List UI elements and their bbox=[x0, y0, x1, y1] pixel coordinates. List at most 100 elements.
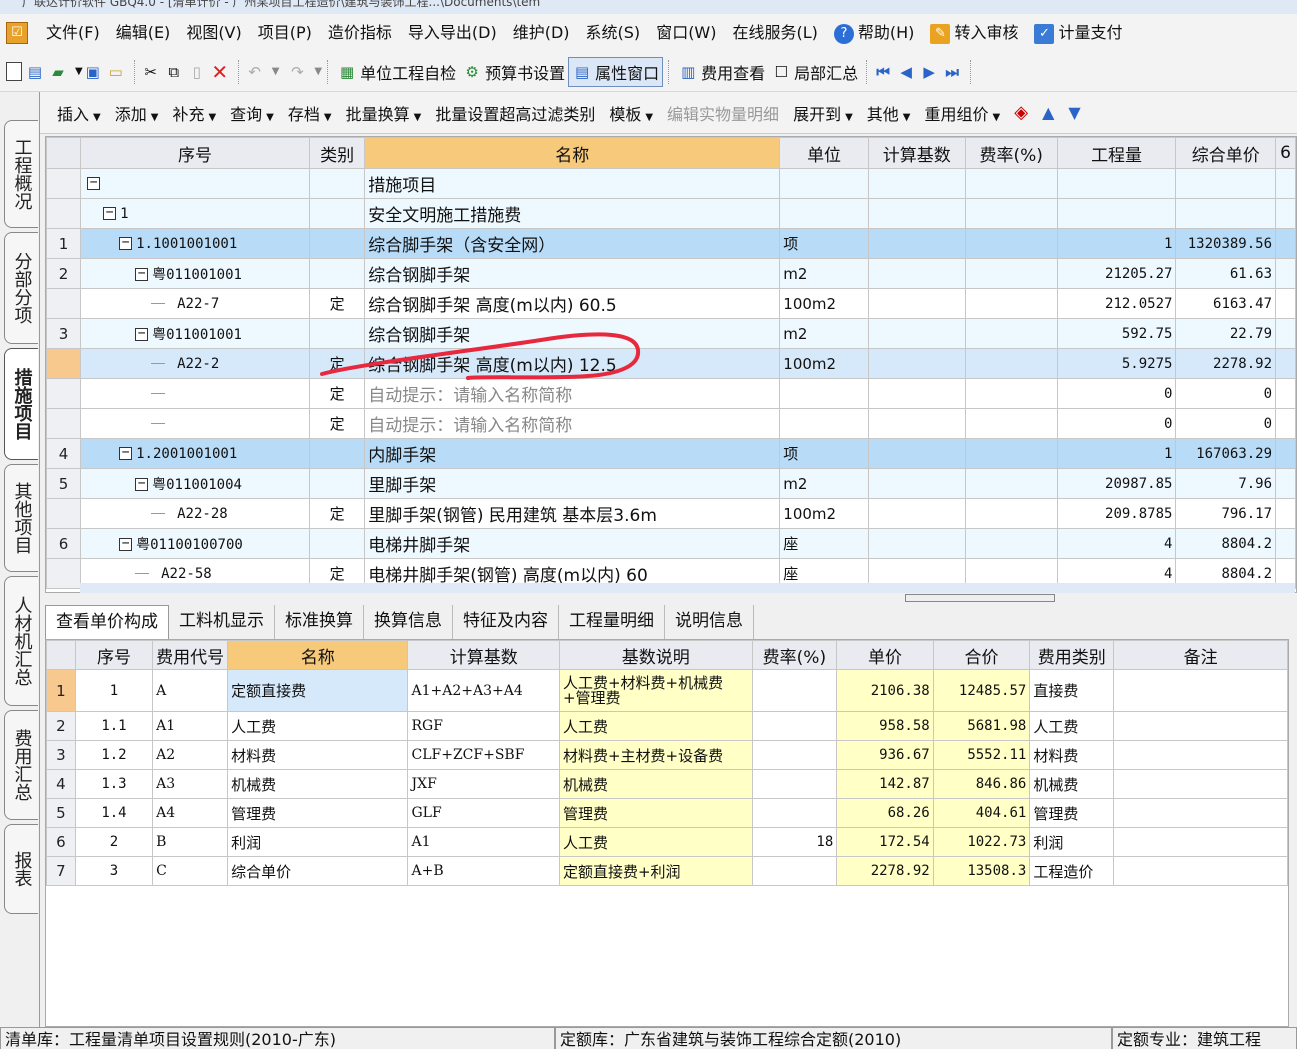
menu-item-12[interactable]: ✓ 计量支付 bbox=[1026, 18, 1130, 48]
table-row[interactable]: 1−1.1001001001 综合脚手架（含安全网）项 1 1320389.56 bbox=[46, 228, 1296, 259]
code-cell[interactable]: − 粤011001001 bbox=[80, 258, 310, 289]
menu-item-4[interactable]: 造价指标 bbox=[320, 18, 400, 48]
tab-sub-items[interactable]: 分部分项 bbox=[4, 232, 38, 344]
menu-item-0[interactable]: 文件(F) bbox=[38, 18, 108, 48]
table-row[interactable]: 2 1.1 A1 人工费 RGF 人工费 958.58 5681.98 人工费 bbox=[46, 711, 1288, 741]
menu-item-10[interactable]: ? 帮助(H) bbox=[826, 18, 923, 48]
cell-计算基数[interactable]: CLF+ZCF+SBF bbox=[407, 740, 560, 770]
name-cell[interactable]: 安全文明施工措施费 bbox=[364, 198, 781, 229]
base-cell[interactable] bbox=[867, 438, 966, 469]
undo-icon[interactable]: ↶ bbox=[245, 62, 265, 82]
code-cell[interactable]: − 粤01100100700 bbox=[80, 528, 310, 559]
rate-cell[interactable] bbox=[964, 288, 1058, 319]
unit-price-cell[interactable]: 6163.47 bbox=[1175, 288, 1277, 319]
cell-基数说明[interactable]: 管理费 bbox=[558, 798, 753, 828]
tab-reports[interactable]: 报表 bbox=[4, 824, 38, 914]
horizontal-scrollbar[interactable] bbox=[80, 583, 1295, 593]
type-cell[interactable] bbox=[308, 468, 366, 499]
cell-费用类别[interactable]: 人工费 bbox=[1029, 711, 1115, 741]
unit-cell[interactable] bbox=[779, 168, 869, 199]
collapse-toggle-icon[interactable]: − bbox=[103, 206, 117, 220]
collapse-toggle-icon[interactable]: − bbox=[119, 537, 133, 551]
type-cell[interactable] bbox=[308, 198, 366, 229]
table-row[interactable]: 7 3 C 综合单价 A+B 定额直接费+利润 2278.92 13508.3 工程造价 bbox=[46, 856, 1288, 886]
base-cell[interactable] bbox=[867, 318, 966, 349]
cell-备注[interactable] bbox=[1113, 669, 1288, 712]
table-row[interactable]: 4 1.3 A3 机械费 JXF 机械费 142.87 846.86 机械费 bbox=[46, 769, 1288, 799]
cell-单价[interactable]: 2278.92 bbox=[836, 856, 934, 886]
budget-setting-button[interactable]: ⚙ 预算书设置 bbox=[459, 57, 568, 87]
cell-序号[interactable]: 1.4 bbox=[74, 798, 154, 828]
paint-bucket-icon[interactable]: ◈ bbox=[1007, 102, 1035, 123]
code-cell[interactable]: A22-7 bbox=[80, 288, 310, 319]
unit-price-cell[interactable]: 796.17 bbox=[1175, 498, 1277, 529]
cell-合价[interactable]: 404.61 bbox=[932, 798, 1031, 828]
cell-计算基数[interactable]: A1+A2+A3+A4 bbox=[407, 669, 560, 712]
undo-dropdown-icon[interactable]: ▼ bbox=[272, 66, 280, 77]
type-cell[interactable]: 定 bbox=[308, 288, 366, 319]
unit-cell[interactable]: 项 bbox=[779, 438, 869, 469]
panel-splitter-handle[interactable] bbox=[905, 594, 1055, 602]
cell-费用代号[interactable]: C bbox=[152, 856, 229, 886]
rate-cell[interactable] bbox=[964, 348, 1058, 379]
cell-费用类别[interactable]: 工程造价 bbox=[1029, 856, 1115, 886]
name-cell[interactable]: 措施项目 bbox=[364, 168, 781, 199]
rate-cell[interactable] bbox=[964, 528, 1058, 559]
unit-price-cell[interactable] bbox=[1175, 168, 1277, 199]
column-header[interactable]: 类别 bbox=[308, 137, 366, 169]
cell-名称[interactable]: 管理费 bbox=[227, 798, 409, 828]
property-window-button[interactable]: ▤ 属性窗口 bbox=[568, 56, 664, 87]
unit-cell[interactable]: 项 bbox=[779, 228, 869, 259]
unit-cell[interactable]: 座 bbox=[779, 528, 869, 559]
collapse-toggle-icon[interactable]: − bbox=[119, 236, 133, 250]
unit-price-cell[interactable]: 22.79 bbox=[1175, 318, 1277, 349]
unit-cell[interactable]: m2 bbox=[779, 468, 869, 499]
quantity-cell[interactable]: 0 bbox=[1056, 378, 1177, 409]
menu-item-9[interactable]: 在线服务(L) bbox=[725, 18, 826, 48]
type-cell[interactable] bbox=[308, 318, 366, 349]
column-header[interactable]: 费用代号 bbox=[152, 640, 229, 670]
base-cell[interactable] bbox=[867, 528, 966, 559]
unit-price-cell[interactable] bbox=[1175, 198, 1277, 229]
detail-tab-6[interactable]: 说明信息 bbox=[665, 605, 754, 639]
column-header[interactable]: 序号 bbox=[74, 640, 154, 670]
rate-cell[interactable] bbox=[964, 168, 1058, 199]
tab-measures[interactable]: 措施项目 bbox=[4, 348, 38, 460]
cell-名称[interactable]: 机械费 bbox=[227, 769, 409, 799]
column-header[interactable]: 计算基数 bbox=[867, 137, 966, 169]
cell-单价[interactable]: 2106.38 bbox=[836, 669, 934, 712]
code-cell[interactable]: A22-28 bbox=[80, 498, 310, 529]
cell-序号[interactable]: 1.3 bbox=[74, 769, 154, 799]
menu-item-11[interactable]: ✎ 转入审核 bbox=[922, 18, 1026, 48]
cell-基数说明[interactable]: 定额直接费+利润 bbox=[558, 856, 753, 886]
code-cell[interactable]: −1.1001001001 bbox=[80, 228, 310, 259]
name-cell[interactable]: 综合钢脚手架 高度(m以内) 60.5 bbox=[364, 288, 781, 319]
tab-other-items[interactable]: 其他项目 bbox=[4, 464, 38, 572]
cell-名称[interactable]: 材料费 bbox=[227, 740, 409, 770]
name-cell[interactable]: 里脚手架(钢管) 民用建筑 基本层3.6m bbox=[364, 498, 781, 529]
base-cell[interactable] bbox=[867, 228, 966, 259]
menu-item-5[interactable]: 导入导出(D) bbox=[400, 18, 505, 48]
table-row[interactable]: 3 1.2 A2 材料费 CLF+ZCF+SBF 材料费+主材费+设备费 936.67 555… bbox=[46, 740, 1288, 770]
unit-price-cell[interactable]: 7.96 bbox=[1175, 468, 1277, 499]
base-cell[interactable] bbox=[867, 348, 966, 379]
toolbar2-item-2[interactable]: 补充 ▼ bbox=[165, 101, 223, 125]
type-cell[interactable]: 定 bbox=[308, 378, 366, 409]
quantity-cell[interactable] bbox=[1056, 168, 1177, 199]
type-cell[interactable] bbox=[308, 228, 366, 259]
base-cell[interactable] bbox=[867, 498, 966, 529]
code-cell[interactable]: −1 bbox=[80, 198, 310, 229]
base-cell[interactable] bbox=[867, 378, 966, 409]
unit-price-cell[interactable]: 0 bbox=[1175, 378, 1277, 409]
code-cell[interactable]: − 粤011001004 bbox=[80, 468, 310, 499]
tab-labor-material-summary[interactable]: 人材机汇总 bbox=[4, 576, 38, 706]
type-cell[interactable] bbox=[308, 168, 366, 199]
table-row[interactable]: A22-7 定综合钢脚手架 高度(m以内) 60.5 100m2 212.0527 61… bbox=[46, 288, 1296, 319]
unit-price-cell[interactable]: 8804.2 bbox=[1175, 528, 1277, 559]
unit-price-cell[interactable]: 1320389.56 bbox=[1175, 228, 1277, 259]
cell-备注[interactable] bbox=[1113, 769, 1288, 799]
name-cell[interactable]: 里脚手架 bbox=[364, 468, 781, 499]
cell-序号[interactable]: 2 bbox=[74, 827, 154, 857]
column-header[interactable]: 序号 bbox=[80, 137, 310, 169]
menu-item-6[interactable]: 维护(D) bbox=[505, 18, 578, 48]
